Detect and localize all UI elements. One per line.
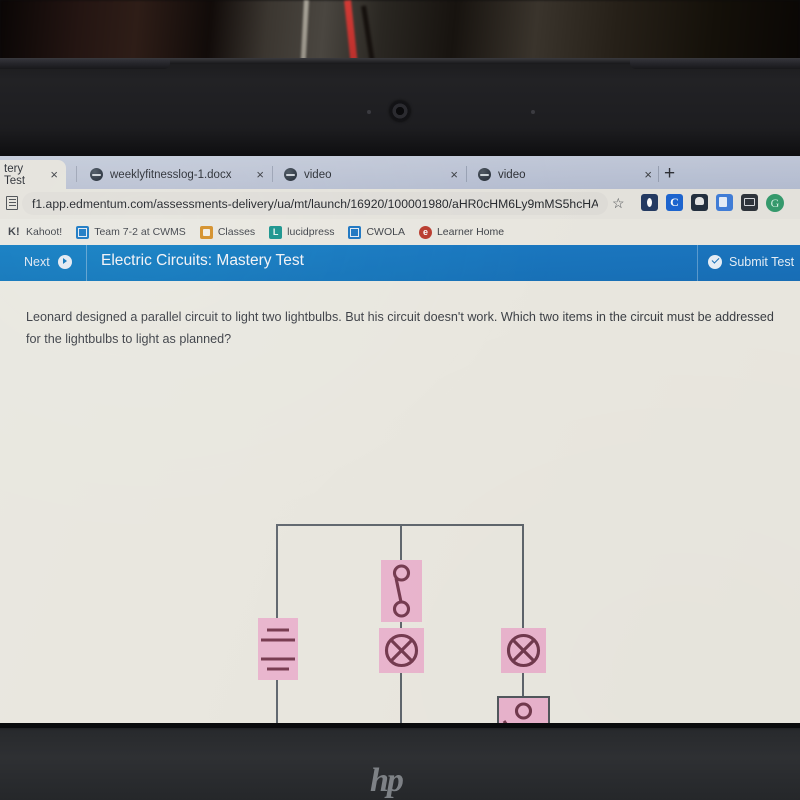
screen-bottom-edge (0, 723, 800, 728)
globe-icon (284, 168, 297, 181)
bookmarks-bar: K! Kahoot! Team 7-2 at CWMS Classes L lu… (0, 219, 800, 245)
bookmark-classes[interactable]: Classes (199, 225, 256, 239)
bookmark-learner-home[interactable]: e Learner Home (418, 225, 505, 239)
kahoot-icon: K! (8, 225, 20, 238)
bookmark-label: Classes (217, 226, 256, 238)
webcam-mic-left (367, 110, 371, 114)
circuit-diagram (255, 516, 555, 726)
bookmark-kahoot[interactable]: K! Kahoot! (8, 226, 62, 239)
webcam-icon (390, 101, 410, 121)
submit-test-button[interactable]: Submit Test (708, 255, 794, 269)
page-title: Electric Circuits: Mastery Test (101, 252, 304, 269)
browser-tab-3[interactable]: video × (470, 160, 660, 189)
star-icon[interactable]: ☆ (612, 196, 625, 210)
tab-close-icon[interactable]: × (450, 168, 458, 181)
wire-middle-branch (400, 524, 403, 726)
open-switch-symbol[interactable] (497, 696, 550, 726)
sheets-icon (76, 225, 90, 239)
submit-test-label: Submit Test (729, 255, 795, 269)
extension-icon-3[interactable] (691, 194, 708, 211)
closed-switch-symbol[interactable] (381, 560, 422, 622)
lightbulb-symbol[interactable] (501, 628, 546, 673)
next-button[interactable]: Next (24, 255, 72, 269)
next-label: Next (24, 255, 50, 269)
tab-title: video (498, 168, 526, 181)
lid-notch-left (0, 59, 170, 69)
bookmark-lucidpress[interactable]: L lucidpress (269, 225, 335, 239)
bookmark-cwola[interactable]: CWOLA (348, 225, 405, 239)
bookmark-label: CWOLA (366, 226, 405, 238)
browser-tab-strip: tery Test × weeklyfitnesslog-1.docx × vi… (0, 156, 800, 189)
assessment-content: Leonard designed a parallel circuit to l… (0, 281, 800, 726)
arrow-right-circle-icon (57, 255, 72, 269)
new-tab-button[interactable]: + (664, 164, 675, 183)
tab-title: video (304, 168, 332, 181)
learner-home-icon: e (418, 225, 432, 239)
profile-avatar[interactable]: G (766, 194, 784, 212)
address-bar[interactable]: f1.app.edmentum.com/assessments-delivery… (22, 192, 608, 215)
toolbar-divider (697, 245, 698, 281)
toolbar-divider (86, 245, 87, 281)
lightbulb-symbol[interactable] (379, 628, 424, 673)
bookmark-label: Kahoot! (26, 226, 63, 238)
laptop-screen: tery Test × weeklyfitnesslog-1.docx × vi… (0, 156, 800, 726)
globe-icon (478, 168, 491, 181)
tab-close-icon[interactable]: × (256, 168, 264, 181)
tab-title: tery Test (4, 162, 26, 187)
extension-icon-c[interactable]: C (666, 194, 683, 211)
bookmark-label: lucidpress (287, 226, 335, 238)
browser-tab-0[interactable]: tery Test × (0, 160, 66, 189)
tab-title: weeklyfitnesslog-1.docx (110, 168, 232, 181)
check-circle-icon (708, 255, 722, 269)
globe-icon (90, 168, 103, 181)
extension-icon-1[interactable] (641, 194, 658, 211)
bookmark-label: Learner Home (436, 226, 505, 238)
extension-icon-4[interactable] (716, 194, 733, 211)
cwola-icon (348, 225, 362, 239)
lucidpress-icon: L (269, 225, 283, 239)
laptop-photo-scene: tery Test × weeklyfitnesslog-1.docx × vi… (0, 0, 800, 800)
question-text: Leonard designed a parallel circuit to l… (26, 310, 774, 346)
browser-tab-2[interactable]: video × (276, 160, 466, 189)
extension-icon-5[interactable] (741, 194, 758, 211)
battery-symbol[interactable] (258, 618, 298, 680)
lid-notch-right (630, 59, 800, 69)
tab-close-icon[interactable]: × (644, 168, 652, 181)
bookmark-label: Team 7-2 at CWMS (94, 226, 186, 238)
bookmark-team-7-2[interactable]: Team 7-2 at CWMS (76, 225, 186, 239)
document-icon (6, 196, 18, 210)
webcam-mic-right (531, 110, 535, 114)
classes-icon (199, 225, 213, 239)
tab-close-icon[interactable]: × (50, 168, 58, 181)
hp-logo: hp (370, 762, 404, 799)
browser-tab-1[interactable]: weeklyfitnesslog-1.docx × (82, 160, 272, 189)
url-text: f1.app.edmentum.com/assessments-delivery… (32, 196, 598, 211)
